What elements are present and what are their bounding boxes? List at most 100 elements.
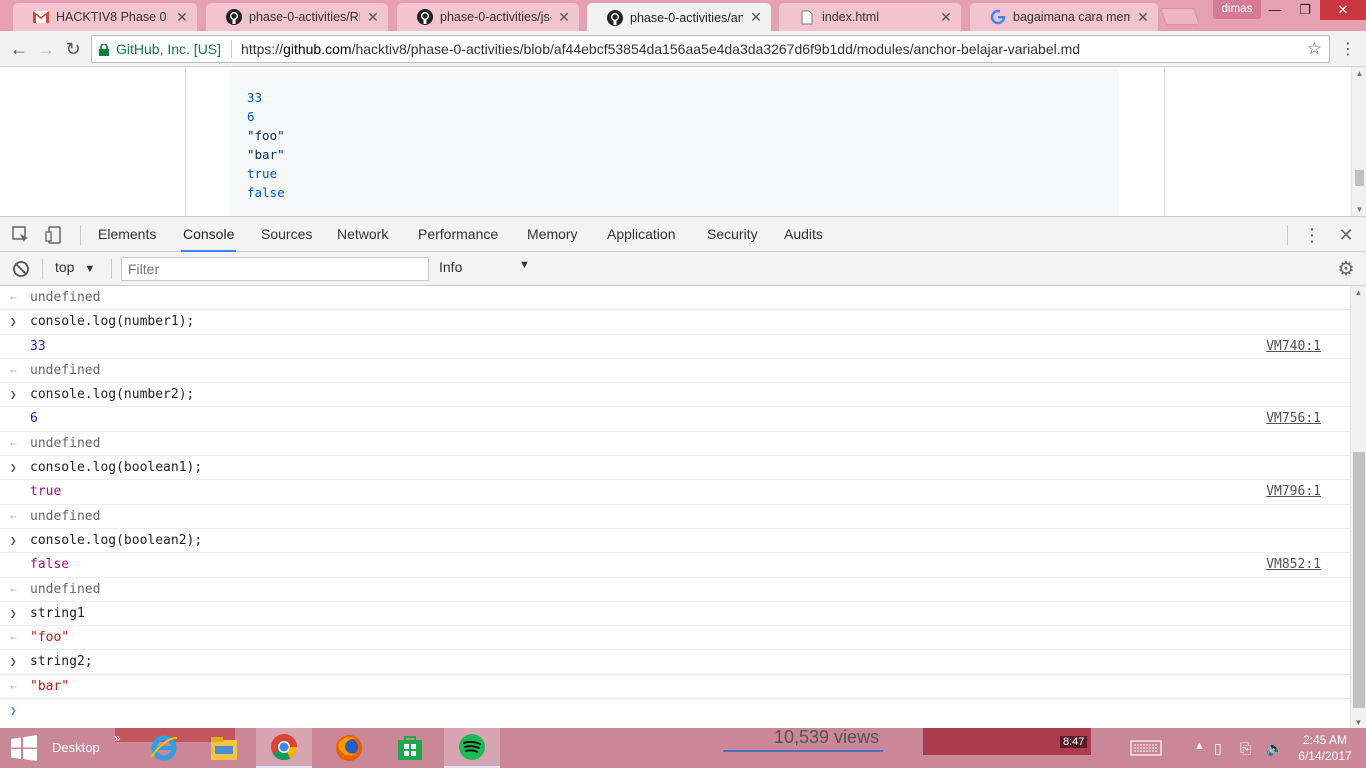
console-settings-gear-icon[interactable]: ⚙	[1335, 258, 1357, 280]
back-button[interactable]: ←	[8, 38, 30, 60]
console-log-row: 33 VM740:1	[0, 335, 1350, 359]
input-chevron-icon: ❯	[10, 388, 17, 402]
close-tab-icon[interactable]: ✕	[557, 9, 571, 26]
result-arrow-icon: ←	[10, 436, 17, 450]
power-icon[interactable]: ▯	[1214, 740, 1222, 757]
console-message-text: true	[30, 484, 62, 500]
console-result-row: ← undefined	[0, 286, 1350, 311]
volume-icon[interactable]: 🔈	[1266, 740, 1283, 757]
new-tab-button[interactable]	[1159, 8, 1201, 25]
scroll-down-icon[interactable]: ▼	[1351, 718, 1366, 727]
close-tab-icon[interactable]: ✕	[749, 9, 763, 26]
profile-button[interactable]: dimas	[1213, 0, 1261, 19]
browser-tab[interactable]: bagaimana cara membuat ✕	[970, 3, 1158, 31]
system-clock[interactable]: 2:45 AM 6/14/2017	[1290, 732, 1360, 764]
browser-tab[interactable]: index.html ✕	[779, 3, 961, 31]
devtools-tab-application[interactable]: Application	[605, 217, 678, 252]
devtools-tab-network[interactable]: Network	[335, 217, 390, 252]
file-icon	[799, 9, 815, 25]
close-window-button[interactable]: ✕	[1320, 0, 1366, 20]
console-source-link[interactable]: VM756:1	[1266, 407, 1321, 431]
close-devtools-icon[interactable]: ✕	[1335, 224, 1357, 246]
devtools-tab-performance[interactable]: Performance	[416, 217, 500, 252]
show-hidden-icons-icon[interactable]: ▲	[1194, 740, 1205, 752]
console-source-link[interactable]: VM852:1	[1266, 553, 1321, 577]
devtools-tab-bar: Elements Console Sources Network Performance…	[0, 217, 1366, 252]
clear-console-icon[interactable]	[10, 258, 32, 280]
url-path: /hacktiv8/phase-0-activities/blob/af44eb…	[351, 41, 1081, 57]
browser-menu-icon[interactable]: ⋮	[1340, 39, 1356, 59]
desktop-toolbar-label[interactable]: Desktop	[52, 740, 100, 755]
devtools-tab-audits[interactable]: Audits	[782, 217, 825, 252]
close-tab-icon[interactable]: ✕	[1136, 9, 1150, 26]
inspect-element-icon[interactable]	[10, 224, 32, 246]
browser-tab-label: phase-0-activities/js-first	[440, 10, 551, 24]
console-scrollbar-thumb[interactable]	[1353, 452, 1365, 708]
code-line: 6	[247, 109, 255, 124]
devtools-menu-icon[interactable]: ⋮	[1301, 224, 1323, 246]
console-message-text: undefined	[30, 508, 101, 524]
console-result-row: ← undefined	[0, 432, 1350, 457]
console-prompt[interactable]: ❯	[0, 699, 1350, 723]
forward-button[interactable]: →	[35, 38, 57, 60]
browser-tab-label: phase-0-activities/README	[249, 10, 360, 24]
console-source-link[interactable]: VM740:1	[1266, 335, 1321, 359]
minimize-window-button[interactable]: —	[1260, 0, 1290, 20]
browser-tab[interactable]: phase-0-activities/js-first ✕	[397, 3, 579, 31]
windows-start-icon[interactable]	[10, 735, 38, 761]
internet-explorer-icon[interactable]	[136, 728, 192, 768]
scroll-down-icon[interactable]: ▼	[1352, 205, 1366, 214]
devtools-tab-security[interactable]: Security	[705, 217, 760, 252]
devtools-tab-elements[interactable]: Elements	[96, 217, 158, 252]
firefox-icon[interactable]	[321, 728, 377, 768]
console-message-text: console.log(boolean1);	[30, 460, 203, 476]
devtools-tab-memory[interactable]: Memory	[525, 217, 580, 252]
console-source-link[interactable]: VM796:1	[1266, 480, 1321, 504]
device-toolbar-icon[interactable]	[43, 224, 65, 246]
reload-button[interactable]: ↻	[62, 38, 84, 60]
double-chevron-icon[interactable]: »	[114, 731, 121, 745]
url-text[interactable]: https://github.com/hacktiv8/phase-0-acti…	[241, 41, 1080, 57]
code-line: 33	[247, 90, 263, 105]
browser-tab[interactable]: phase-0-activities/README ✕	[206, 3, 388, 31]
file-explorer-icon[interactable]	[196, 728, 252, 768]
result-arrow-icon: ←	[10, 509, 17, 523]
console-result-row: ← undefined	[0, 359, 1350, 384]
address-bar[interactable]: GitHub, Inc. [US] https://github.com/hac…	[91, 35, 1330, 63]
page-scrollbar-thumb[interactable]	[1355, 170, 1364, 186]
maximize-window-button[interactable]: ❐	[1290, 0, 1320, 20]
context-selector[interactable]: top ▼	[55, 259, 95, 275]
code-line: "foo"	[247, 128, 285, 143]
lock-icon	[99, 43, 109, 56]
close-tab-icon[interactable]: ✕	[366, 9, 380, 26]
console-input-row: ❯ string1	[0, 602, 1350, 627]
result-arrow-icon: ←	[10, 291, 17, 304]
browser-tab[interactable]: phase-0-activities/anchor ✕	[587, 3, 771, 32]
console-messages[interactable]: ← undefined ❯ console.log(number1); 33 VM740:…	[0, 286, 1350, 729]
console-result-row: ← undefined	[0, 578, 1350, 602]
chrome-icon[interactable]	[256, 728, 312, 768]
network-icon[interactable]: ⎘	[1240, 740, 1251, 757]
google-icon	[990, 9, 1006, 25]
code-block: 33 6 "foo" "bar" true false	[231, 69, 1119, 216]
console-message-text: false	[30, 557, 70, 573]
log-level-selector[interactable]: Info ▼	[439, 259, 534, 275]
devtools-tab-console[interactable]: Console	[181, 217, 237, 252]
secure-connection-indicator[interactable]: GitHub, Inc. [US]	[92, 40, 241, 58]
code-line: "bar"	[247, 147, 285, 162]
console-scrollbar[interactable]: ▲ ▼	[1350, 286, 1366, 729]
scroll-up-icon[interactable]: ▲	[1352, 69, 1366, 78]
scroll-up-icon[interactable]: ▲	[1351, 288, 1366, 297]
bookmark-star-icon[interactable]: ☆	[1307, 39, 1322, 59]
store-icon[interactable]	[382, 728, 438, 768]
code-line: true	[247, 166, 278, 181]
devtools-tab-sources[interactable]: Sources	[259, 217, 314, 252]
spotify-icon[interactable]	[444, 728, 500, 768]
touch-keyboard-icon[interactable]	[1130, 740, 1162, 759]
close-tab-icon[interactable]: ✕	[939, 9, 953, 26]
console-filter-input[interactable]	[121, 257, 429, 281]
log-level-label: Info	[439, 259, 463, 275]
browser-tab[interactable]: HACKTIV8 Phase 0 Briefing ✕	[13, 3, 197, 31]
page-scrollbar[interactable]: ▲ ▼	[1351, 67, 1366, 216]
close-tab-icon[interactable]: ✕	[175, 9, 189, 26]
